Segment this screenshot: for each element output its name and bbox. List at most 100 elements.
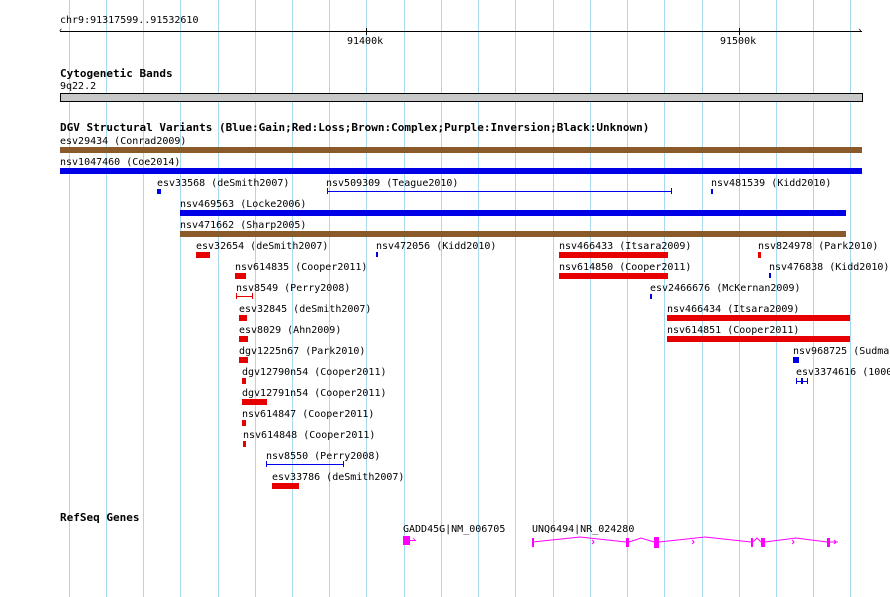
cytoband-track-title: Cytogenetic Bands xyxy=(60,67,173,80)
grid-line xyxy=(664,0,665,597)
variant-label[interactable]: nsv471662 (Sharp2005) xyxy=(180,220,306,231)
variant-end-tick xyxy=(266,461,267,467)
grid-line xyxy=(292,0,293,597)
variant-label[interactable]: nsv1047460 (Coe2014) xyxy=(60,157,180,168)
variant-bar-gain[interactable] xyxy=(60,168,862,174)
variant-label[interactable]: esv2466676 (McKernan2009) xyxy=(650,283,801,294)
strand-arrow-icon xyxy=(691,539,695,545)
strand-arrow-icon: › xyxy=(411,535,417,545)
variant-bar-loss[interactable] xyxy=(243,441,246,447)
variant-label[interactable]: nsv476838 (Kidd2010) xyxy=(769,262,889,273)
variant-label[interactable]: nsv968725 (Sudmar xyxy=(793,346,890,357)
variant-line-gain[interactable] xyxy=(327,191,672,192)
gene-intron xyxy=(658,536,752,543)
variant-end-tick xyxy=(671,188,672,194)
variant-label[interactable]: esv3374616 (1000 xyxy=(796,367,890,378)
grid-line xyxy=(627,0,628,597)
strand-arrow-icon xyxy=(791,539,795,545)
variant-bar-loss[interactable] xyxy=(239,336,248,342)
strand-arrow-icon xyxy=(591,539,595,545)
variant-label[interactable]: esv33786 (deSmith2007) xyxy=(272,472,404,483)
variant-bar-gain[interactable] xyxy=(793,357,799,363)
variant-bar-loss[interactable] xyxy=(242,420,246,426)
dgv-track-title: DGV Structural Variants (Blue:Gain;Red:L… xyxy=(60,121,650,134)
gene-intron xyxy=(628,537,655,543)
variant-bar-loss[interactable] xyxy=(758,252,761,258)
variant-label[interactable]: esv8029 (Ahn2009) xyxy=(239,325,341,336)
scale-label-91400k: 91400k xyxy=(347,36,384,47)
variant-label[interactable]: nsv824978 (Park2010) xyxy=(758,241,878,252)
gene-exon xyxy=(532,538,534,547)
variant-label[interactable]: nsv466434 (Itsara2009) xyxy=(667,304,799,315)
gene-exon xyxy=(654,537,659,548)
variant-label[interactable]: nsv509309 (Teague2010) xyxy=(326,178,458,189)
variant-bar-loss[interactable] xyxy=(196,252,210,258)
variant-label[interactable]: nsv8550 (Perry2008) xyxy=(266,451,380,462)
grid-line xyxy=(776,0,777,597)
variant-end-tick xyxy=(327,188,328,194)
gene-intron xyxy=(532,536,627,543)
gene-intron xyxy=(752,537,762,543)
gene-exon xyxy=(827,538,830,547)
scale-tick xyxy=(366,28,367,35)
variant-label[interactable]: nsv614847 (Cooper2011) xyxy=(242,409,374,420)
variant-bar-loss[interactable] xyxy=(242,399,267,405)
variant-end-tick xyxy=(236,293,237,299)
variant-label[interactable]: esv32845 (deSmith2007) xyxy=(239,304,371,315)
variant-label[interactable]: esv29434 (Conrad2009) xyxy=(60,136,186,147)
variant-label[interactable]: dgv12791n54 (Cooper2011) xyxy=(242,388,387,399)
grid-line xyxy=(218,0,219,597)
variant-line-gain[interactable] xyxy=(266,464,344,465)
variant-label[interactable]: nsv614850 (Cooper2011) xyxy=(559,262,691,273)
grid-line xyxy=(590,0,591,597)
scale-right-arrow: › xyxy=(857,26,863,36)
variant-bar-complex[interactable] xyxy=(60,147,862,153)
variant-bar-gain[interactable] xyxy=(650,294,652,299)
variant-label[interactable]: nsv472056 (Kidd2010) xyxy=(376,241,496,252)
variant-bar-gain[interactable] xyxy=(180,210,846,216)
grid-line xyxy=(143,0,144,597)
variant-label[interactable]: esv33568 (deSmith2007) xyxy=(157,178,289,189)
variant-bar-loss[interactable] xyxy=(667,315,850,321)
variant-bar-gain[interactable] xyxy=(376,252,378,257)
variant-line-loss[interactable] xyxy=(236,296,253,297)
variant-label[interactable]: nsv8549 (Perry2008) xyxy=(236,283,350,294)
variant-bar-complex[interactable] xyxy=(180,231,846,237)
variant-bar-gain[interactable] xyxy=(711,189,713,194)
gene-exon[interactable] xyxy=(403,536,410,545)
variant-label[interactable]: dgv1225n67 (Park2010) xyxy=(239,346,365,357)
scale-left-arrow: ‹ xyxy=(58,26,64,36)
variant-label[interactable]: nsv469563 (Locke2006) xyxy=(180,199,306,210)
variant-label[interactable]: nsv466433 (Itsara2009) xyxy=(559,241,691,252)
variant-label[interactable]: nsv614848 (Cooper2011) xyxy=(243,430,375,441)
cytoband-bar[interactable] xyxy=(60,93,863,102)
gene-model-unq6494[interactable] xyxy=(530,534,842,548)
variant-bar-loss[interactable] xyxy=(235,273,246,279)
cytoband-label[interactable]: 9q22.2 xyxy=(60,81,96,92)
gene-label-gadd45g[interactable]: GADD45G|NM_006705 xyxy=(403,524,505,535)
variant-bar-gain[interactable] xyxy=(157,189,161,194)
scale-label-91500k: 91500k xyxy=(720,36,757,47)
variant-bar-loss[interactable] xyxy=(667,336,850,342)
variant-bar-loss[interactable] xyxy=(272,483,299,489)
variant-bar-loss[interactable] xyxy=(239,357,248,363)
variant-bar-loss[interactable] xyxy=(242,378,246,384)
variant-label[interactable]: esv32654 (deSmith2007) xyxy=(196,241,328,252)
grid-line xyxy=(255,0,256,597)
variant-bar-loss[interactable] xyxy=(239,315,247,321)
variant-label[interactable]: nsv614835 (Cooper2011) xyxy=(235,262,367,273)
refseq-track-title: RefSeq Genes xyxy=(60,511,140,524)
grid-line xyxy=(366,0,367,597)
variant-label[interactable]: nsv614851 (Cooper2011) xyxy=(667,325,799,336)
variant-bar-gain[interactable] xyxy=(769,273,771,278)
grid-line xyxy=(478,0,479,597)
gene-model-svg xyxy=(532,536,838,548)
variant-label[interactable]: dgv12790n54 (Cooper2011) xyxy=(242,367,387,378)
variant-bar-loss[interactable] xyxy=(559,252,668,258)
variant-end-tick xyxy=(343,461,344,467)
variant-bar-loss[interactable] xyxy=(559,273,668,279)
grid-line xyxy=(180,0,181,597)
grid-line xyxy=(106,0,107,597)
variant-label[interactable]: nsv481539 (Kidd2010) xyxy=(711,178,831,189)
grid-line xyxy=(441,0,442,597)
